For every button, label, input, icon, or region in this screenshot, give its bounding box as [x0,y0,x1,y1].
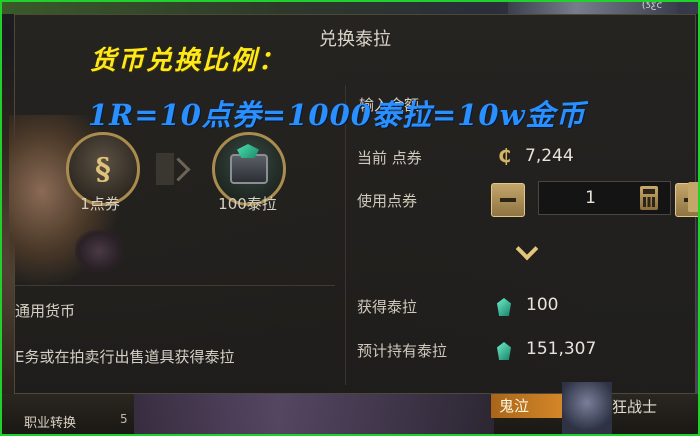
arrow-right-icon [156,153,188,185]
tera-gem-icon [497,342,511,360]
estimated-tera-label: 预计持有泰拉 [357,342,448,360]
side-scroll-handle[interactable] [688,182,698,212]
decrease-button[interactable] [491,183,525,217]
job-change-tab[interactable]: 职业转换 [24,412,76,431]
estimated-tera-value: 151,307 [526,339,597,359]
class-tag-kuangzhanshi[interactable]: 狂战士 [612,396,657,417]
obtain-tera-label: 获得泰拉 [357,298,418,316]
game-window: (ƾƹƈ 兑换泰拉 § 1点券 100泰拉 通用货币 E务或在拍卖行出售道具获得… [0,0,700,436]
calculator-icon[interactable] [640,186,658,210]
top-right-text: (ƾƹƈ [641,0,662,11]
exchange-ratio-title: 货币兑换比例： [90,46,287,76]
current-coupons-value: 7,244 [525,146,574,166]
exchange-to-label: 100泰拉 [218,195,277,213]
bottom-banner-art [134,394,494,434]
bottom-number: 5 [120,412,128,426]
character-hand [75,230,123,272]
coupon-symbol-icon: § [95,151,111,187]
chevron-down-icon [515,241,539,261]
current-coupons-label: 当前 点券 [357,149,422,167]
class-tag-guiqi[interactable]: 鬼泣 [491,394,569,418]
gem-chest-icon [230,154,268,184]
obtain-tera-value: 100 [526,295,559,315]
coupon-currency-icon: ₵ [498,145,512,167]
character-portrait-bottom [562,382,612,434]
currency-description: E务或在拍卖行出售道具获得泰拉 [15,348,235,366]
use-coupons-label: 使用点券 [357,192,418,210]
left-divider [15,285,335,286]
currency-title: 通用货币 [15,302,76,320]
tera-gem-icon [497,298,511,316]
exchange-from-label: 1点券 [80,195,120,213]
exchange-ratio-formula: 1R=10点券=1000泰拉=10w金币 [88,98,586,132]
